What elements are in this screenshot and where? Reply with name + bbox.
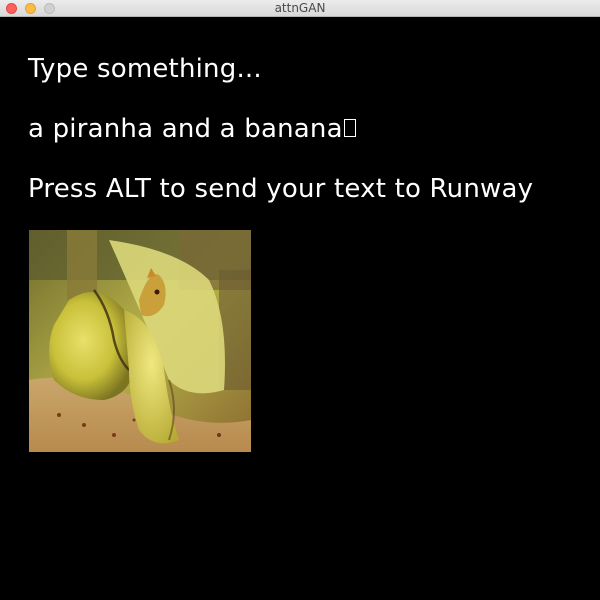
text-cursor-icon [343, 119, 356, 137]
title-bar[interactable]: attnGAN [0, 0, 600, 17]
text-input-display[interactable]: a piranha and a banana [28, 114, 356, 144]
sketch-canvas[interactable]: Type something... a piranha and a banana… [0, 17, 600, 600]
window-title: attnGAN [274, 1, 326, 15]
instruction-text: Press ALT to send your text to Runway [28, 174, 534, 204]
input-text: a piranha and a banana [28, 114, 343, 144]
generated-image [29, 230, 251, 452]
prompt-label: Type something... [28, 54, 262, 84]
app-window: attnGAN Type something... a piranha and … [0, 0, 600, 600]
